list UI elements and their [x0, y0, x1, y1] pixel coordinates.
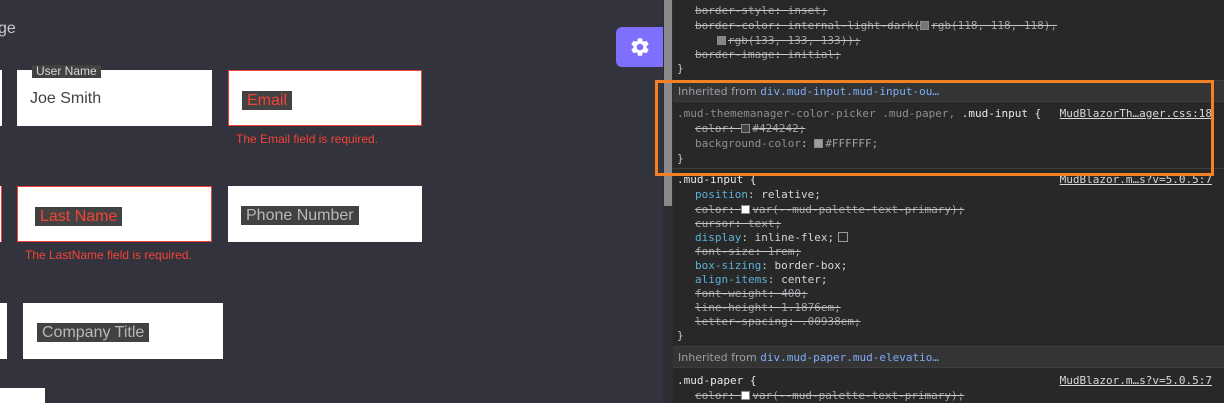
last-name-error-text: The LastName field is required. — [25, 248, 192, 262]
css-declaration[interactable]: cursor: text; — [673, 216, 1224, 231]
cut-off-field[interactable] — [0, 388, 45, 403]
css-declaration-continued: rgb(133, 133, 133)); — [673, 33, 1224, 48]
annotation-highlight-box — [655, 80, 1214, 176]
email-error-text: The Email field is required. — [236, 132, 379, 146]
company-title-field[interactable]: Company Title — [23, 303, 223, 359]
flexbox-editor-icon[interactable] — [838, 232, 849, 242]
last-name-label: Last Name — [35, 207, 123, 226]
color-swatch[interactable] — [741, 205, 751, 214]
page-heading-fragment: ge — [0, 20, 16, 37]
css-declaration[interactable]: border-color: internal-light-dark(rgb(11… — [673, 18, 1224, 33]
css-declaration[interactable]: color: var(--mud-palette-text-primary); — [673, 202, 1224, 217]
css-declaration[interactable]: color: var(--mud-palette-text-primary); — [673, 388, 1224, 403]
css-declaration[interactable]: display: inline-flex; — [673, 230, 1224, 245]
rule-close-brace: } — [677, 62, 684, 75]
inherited-from-header: Inherited from div.mud-paper.mud-elevati… — [673, 346, 1224, 368]
css-declaration[interactable]: border-style: inset; — [673, 3, 1224, 18]
user-name-label: User Name — [32, 65, 101, 78]
page-scrollbar[interactable] — [663, 0, 673, 403]
css-declaration[interactable]: font-weight: 400; — [673, 286, 1224, 301]
rule-selector: .mud-paper { MudBlazor.m…s?v=5.0.5:7 — [677, 373, 1212, 388]
css-declaration[interactable]: letter-spacing: .00938em; — [673, 314, 1224, 329]
rule-close-brace: } — [677, 329, 684, 342]
cut-off-field[interactable] — [0, 70, 2, 126]
color-swatch[interactable] — [741, 391, 751, 400]
phone-number-field[interactable]: Phone Number — [228, 186, 422, 242]
css-declaration[interactable]: position: relative; — [673, 187, 1224, 202]
gear-icon — [631, 38, 649, 56]
theme-settings-button[interactable] — [616, 27, 663, 67]
devtools-styles-pane: border-style: inset; border-color: inter… — [673, 0, 1224, 403]
user-name-field[interactable]: User Name Joe Smith — [17, 65, 212, 126]
email-field[interactable]: Email — [228, 70, 422, 126]
last-name-field[interactable]: Last Name — [17, 186, 212, 242]
css-declaration[interactable]: border-image: initial; — [673, 47, 1224, 62]
stylesheet-source-link[interactable]: MudBlazor.m…s?v=5.0.5:7 — [1060, 373, 1212, 388]
color-swatch[interactable] — [717, 36, 726, 45]
phone-number-label: Phone Number — [241, 206, 359, 225]
company-title-label: Company Title — [37, 323, 150, 342]
css-declaration[interactable]: box-sizing: border-box; — [673, 258, 1224, 273]
cut-off-field[interactable] — [0, 186, 2, 242]
email-label: Email — [242, 91, 293, 110]
app-form-area: ge User Name Joe Smith Email The Email f… — [0, 0, 663, 403]
css-declaration[interactable]: font-size: 1rem; — [673, 244, 1224, 259]
user-name-value: Joe Smith — [30, 90, 102, 107]
css-declaration[interactable]: align-items: center; — [673, 272, 1224, 287]
cut-off-field[interactable] — [0, 303, 7, 359]
inherited-node-link[interactable]: div.mud-paper.mud-elevatio… — [760, 351, 939, 364]
color-swatch[interactable] — [920, 21, 930, 30]
css-declaration[interactable]: line-height: 1.1876em; — [673, 300, 1224, 315]
